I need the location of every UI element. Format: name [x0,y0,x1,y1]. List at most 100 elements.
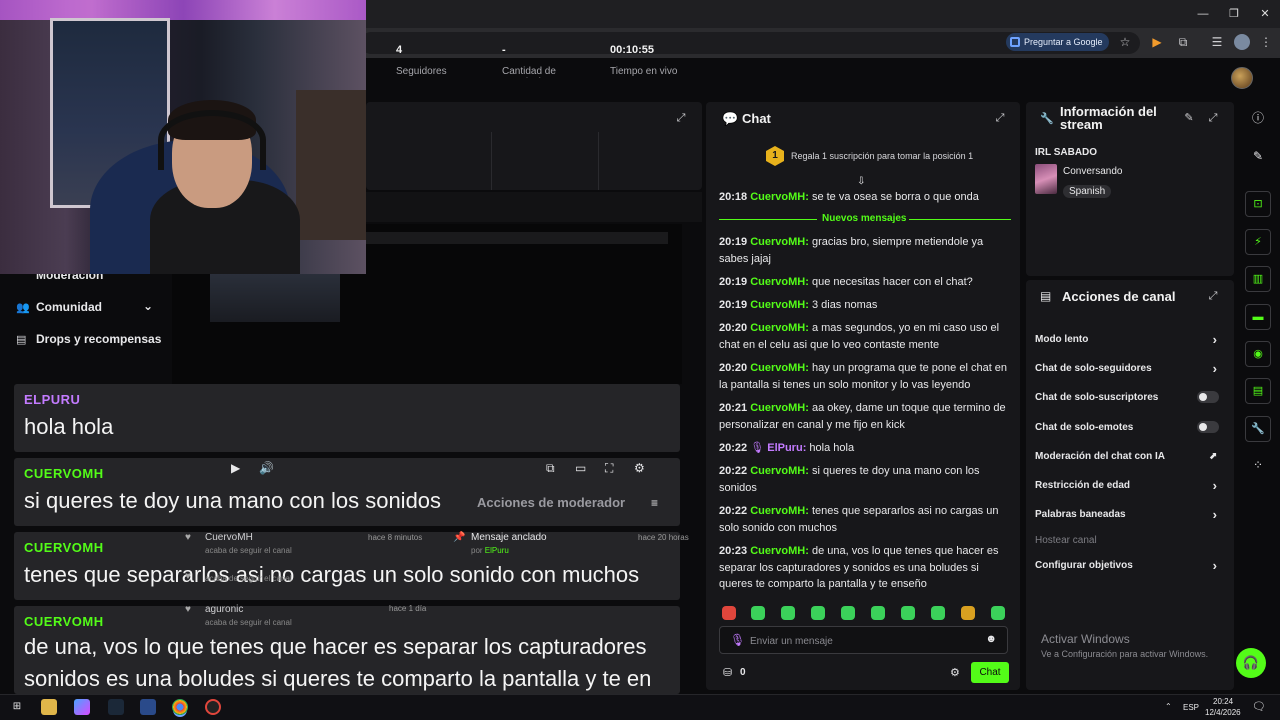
rail-clipboard-icon[interactable]: ▥ [1245,266,1271,292]
sub-gift-banner[interactable]: Regala 1 suscripción para tomar la posic… [791,151,973,161]
msg-user[interactable]: CuervoMH [750,322,805,334]
help-chat-button[interactable]: 🎧 [1236,648,1266,678]
expand-icon[interactable]: ⤢ [994,112,1006,124]
extension-play-icon[interactable]: ▶ [1149,34,1165,50]
rail-add-widget-icon[interactable]: ⁘ [1251,458,1265,472]
msg-user[interactable]: CuervoMH [750,236,805,248]
sidebar-item-label: Drops y recompensas [36,332,162,346]
msg-user[interactable]: CuervoMH [750,191,805,203]
media-queue-icon[interactable]: ☰ [1209,34,1225,50]
tray-date[interactable]: 12/4/2026 [1205,708,1241,717]
chrome-icon[interactable] [172,699,188,715]
pinned-message: 📌 Mensaje anclado por ElPuru [453,532,547,555]
chevron-right-icon: › [1212,332,1217,347]
tray-language[interactable]: ESP [1183,703,1199,712]
shelf-background [296,90,366,240]
filter-icon[interactable]: ≡ [651,496,658,510]
action-configure-goals[interactable]: Configurar objetivos › [1035,558,1223,573]
chat-settings-icon[interactable]: ⚙ [950,666,960,679]
emote-icon[interactable] [722,606,736,620]
user-avatar[interactable] [1231,67,1253,89]
chat-message-input[interactable] [750,633,970,649]
emote-icon[interactable] [901,606,915,620]
info-title-line: stream [1060,117,1103,132]
emote-icon[interactable] [751,606,765,620]
volume-icon[interactable]: 🔊 [259,461,274,475]
msg-user[interactable]: ElPuru [767,442,802,454]
emote-icon[interactable] [811,606,825,620]
maximize-button[interactable]: ❐ [1219,4,1249,24]
emote-icon[interactable] [991,606,1005,620]
menu-dots-icon[interactable]: ⋮ [1258,34,1274,50]
subscribers-only-toggle[interactable] [1197,391,1219,403]
ask-google-label: Preguntar a Google [1024,37,1103,47]
emote-icon[interactable] [931,606,945,620]
pencil-icon[interactable]: ✎ [1251,149,1265,163]
msg-user[interactable]: CuervoMH [750,465,805,477]
steam-icon[interactable] [108,699,124,715]
file-explorer-icon[interactable] [41,699,57,715]
action-ai-moderation[interactable]: Moderación del chat con IA ⬈ [1035,451,1223,462]
sidebar-item-comunidad[interactable]: 👥 Comunidad ⌄ [16,299,153,314]
action-slow-mode[interactable]: Modo lento › [1035,332,1223,347]
action-followers-only[interactable]: Chat de solo-seguidores › [1035,361,1223,376]
fullscreen-icon[interactable]: ⛶ [605,461,613,476]
play-icon[interactable]: ▶ [231,461,240,475]
follower-item: ♥ CuervoMH acaba de seguir el canal [185,532,292,555]
action-age-restriction[interactable]: Restricción de edad › [1035,478,1223,493]
msg-user[interactable]: CuervoMH [750,402,805,414]
app-shield-icon[interactable] [140,699,156,715]
expand-icon[interactable]: ⤢ [675,112,687,124]
overlay-username: CUERVOMH [24,540,104,555]
points-icon[interactable]: ⛁ [723,666,732,679]
scroll-down-icon[interactable]: ⇩ [857,176,865,187]
chevron-right-icon: › [1212,361,1217,376]
info-icon[interactable]: ⓘ [1251,111,1265,125]
notifications-icon[interactable]: 🗨 [1252,700,1266,713]
chat-input-box[interactable]: 🎙 ☻ [719,626,1008,654]
mic-icon[interactable]: 🎙 [730,633,745,647]
rail-chat-icon[interactable]: ▬ [1245,304,1271,330]
emotes-only-toggle[interactable] [1197,421,1219,433]
action-label: Chat de solo-emotes [1035,422,1134,433]
theater-icon[interactable]: ▭ [575,461,586,475]
msg-user[interactable]: CuervoMH [750,276,805,288]
rail-wrench-icon[interactable]: 🔧 [1245,416,1271,442]
msg-user[interactable]: CuervoMH [750,299,805,311]
msg-user[interactable]: CuervoMH [750,545,805,557]
rail-target-icon[interactable]: ⊡ [1245,191,1271,217]
expand-icon[interactable]: ⤢ [1207,290,1219,302]
stat-value: 00:10:55 [610,44,655,56]
action-banned-words[interactable]: Palabras baneadas › [1035,507,1223,522]
rail-bolt-icon[interactable]: ⚡ [1245,229,1271,255]
rail-broadcast-icon[interactable]: ◉ [1245,341,1271,367]
obs-icon[interactable] [205,699,221,715]
profile-avatar[interactable] [1234,34,1250,50]
emote-icon[interactable] [841,606,855,620]
edit-pencil-icon[interactable]: ✎ [1183,112,1195,124]
sidebar-item-drops[interactable]: ▤ Drops y recompensas [16,332,161,346]
minimize-button[interactable]: — [1188,4,1218,24]
emote-icon[interactable] [961,606,975,620]
send-chat-button[interactable]: Chat [971,662,1009,683]
emote-icon[interactable] [781,606,795,620]
windows-start-icon[interactable]: ⊞ [9,699,25,715]
moderator-actions-title: Acciones de moderador [477,495,626,510]
emote-icon[interactable] [871,606,885,620]
ask-google-button[interactable]: Preguntar a Google [1006,33,1109,51]
tray-time[interactable]: 20:24 [1213,697,1233,706]
extensions-icon[interactable]: ⧉ [1175,34,1191,50]
copilot-icon[interactable] [74,699,90,715]
msg-user[interactable]: CuervoMH [750,505,805,517]
expand-icon[interactable]: ⤢ [1207,112,1219,124]
close-window-button[interactable]: ✕ [1250,4,1280,24]
star-icon[interactable]: ☆ [1117,34,1133,50]
overlay-text: tenes que separarlos asi no cargas un so… [24,562,640,587]
pip-icon[interactable]: ⧉ [546,461,555,476]
chat-message: 20:19 CuervoMH: que necesitas hacer con … [719,276,973,288]
tray-chevron-icon[interactable]: ⌃ [1165,702,1172,711]
gear-icon[interactable]: ⚙ [634,461,645,475]
emoji-icon[interactable]: ☻ [985,633,997,645]
rail-layout-icon[interactable]: ▤ [1245,378,1271,404]
msg-user[interactable]: CuervoMH [750,362,805,374]
